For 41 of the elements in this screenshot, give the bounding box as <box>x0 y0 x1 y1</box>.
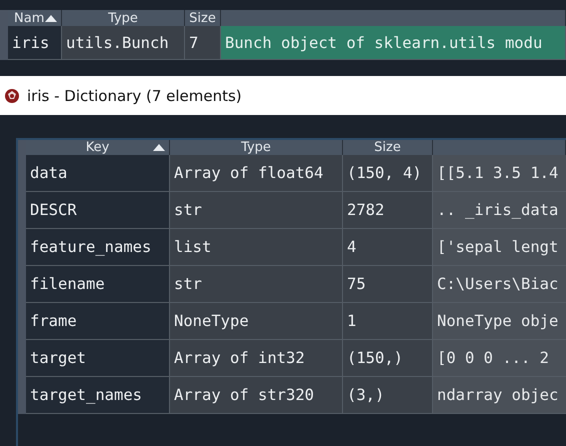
key-cell: target <box>26 340 170 377</box>
size-cell: (150,) <box>343 340 433 377</box>
size-cell: 2782 <box>343 192 433 229</box>
key-cell: frame <box>26 303 170 340</box>
variable-value-cell: Bunch object of sklearn.utils modu <box>221 26 566 60</box>
column-header[interactable]: Size <box>185 10 221 26</box>
column-header[interactable]: Size <box>343 140 433 155</box>
variable-size-cell: 7 <box>185 26 221 60</box>
value-cell: [0 0 0 ... 2 <box>433 340 566 377</box>
value-cell: [[5.1 3.5 1.4 <box>433 155 566 192</box>
column-header[interactable]: Nam <box>8 10 62 26</box>
size-cell: (150, 4) <box>343 155 433 192</box>
app-logo-icon <box>5 88 19 102</box>
value-cell: ndarray objec <box>433 377 566 414</box>
variable-name-cell: iris <box>8 26 62 60</box>
value-cell: ['sepal lengt <box>433 229 566 266</box>
size-cell: 75 <box>343 266 433 303</box>
type-cell: Array of float64 <box>170 155 343 192</box>
value-cell: NoneType obje <box>433 303 566 340</box>
key-cell: target_names <box>26 377 170 414</box>
column-header[interactable]: Type <box>62 10 185 26</box>
type-cell: Array of str320 <box>170 377 343 414</box>
window-title: iris - Dictionary (7 elements) <box>27 86 242 104</box>
key-cell: DESCR <box>26 192 170 229</box>
type-cell: str <box>170 266 343 303</box>
type-cell: str <box>170 192 343 229</box>
size-cell: (3,) <box>343 377 433 414</box>
key-cell: feature_names <box>26 229 170 266</box>
key-cell: data <box>26 155 170 192</box>
column-header[interactable]: Key <box>26 140 170 155</box>
type-cell: list <box>170 229 343 266</box>
type-cell: NoneType <box>170 303 343 340</box>
column-header[interactable]: Type <box>170 140 343 155</box>
value-cell: .. _iris_data <box>433 192 566 229</box>
variable-type-cell: utils.Bunch <box>62 26 185 60</box>
size-cell: 1 <box>343 303 433 340</box>
value-cell: C:\Users\Biac <box>433 266 566 303</box>
type-cell: Array of int32 <box>170 340 343 377</box>
key-cell: filename <box>26 266 170 303</box>
size-cell: 4 <box>343 229 433 266</box>
row-header-gutter <box>0 10 8 60</box>
